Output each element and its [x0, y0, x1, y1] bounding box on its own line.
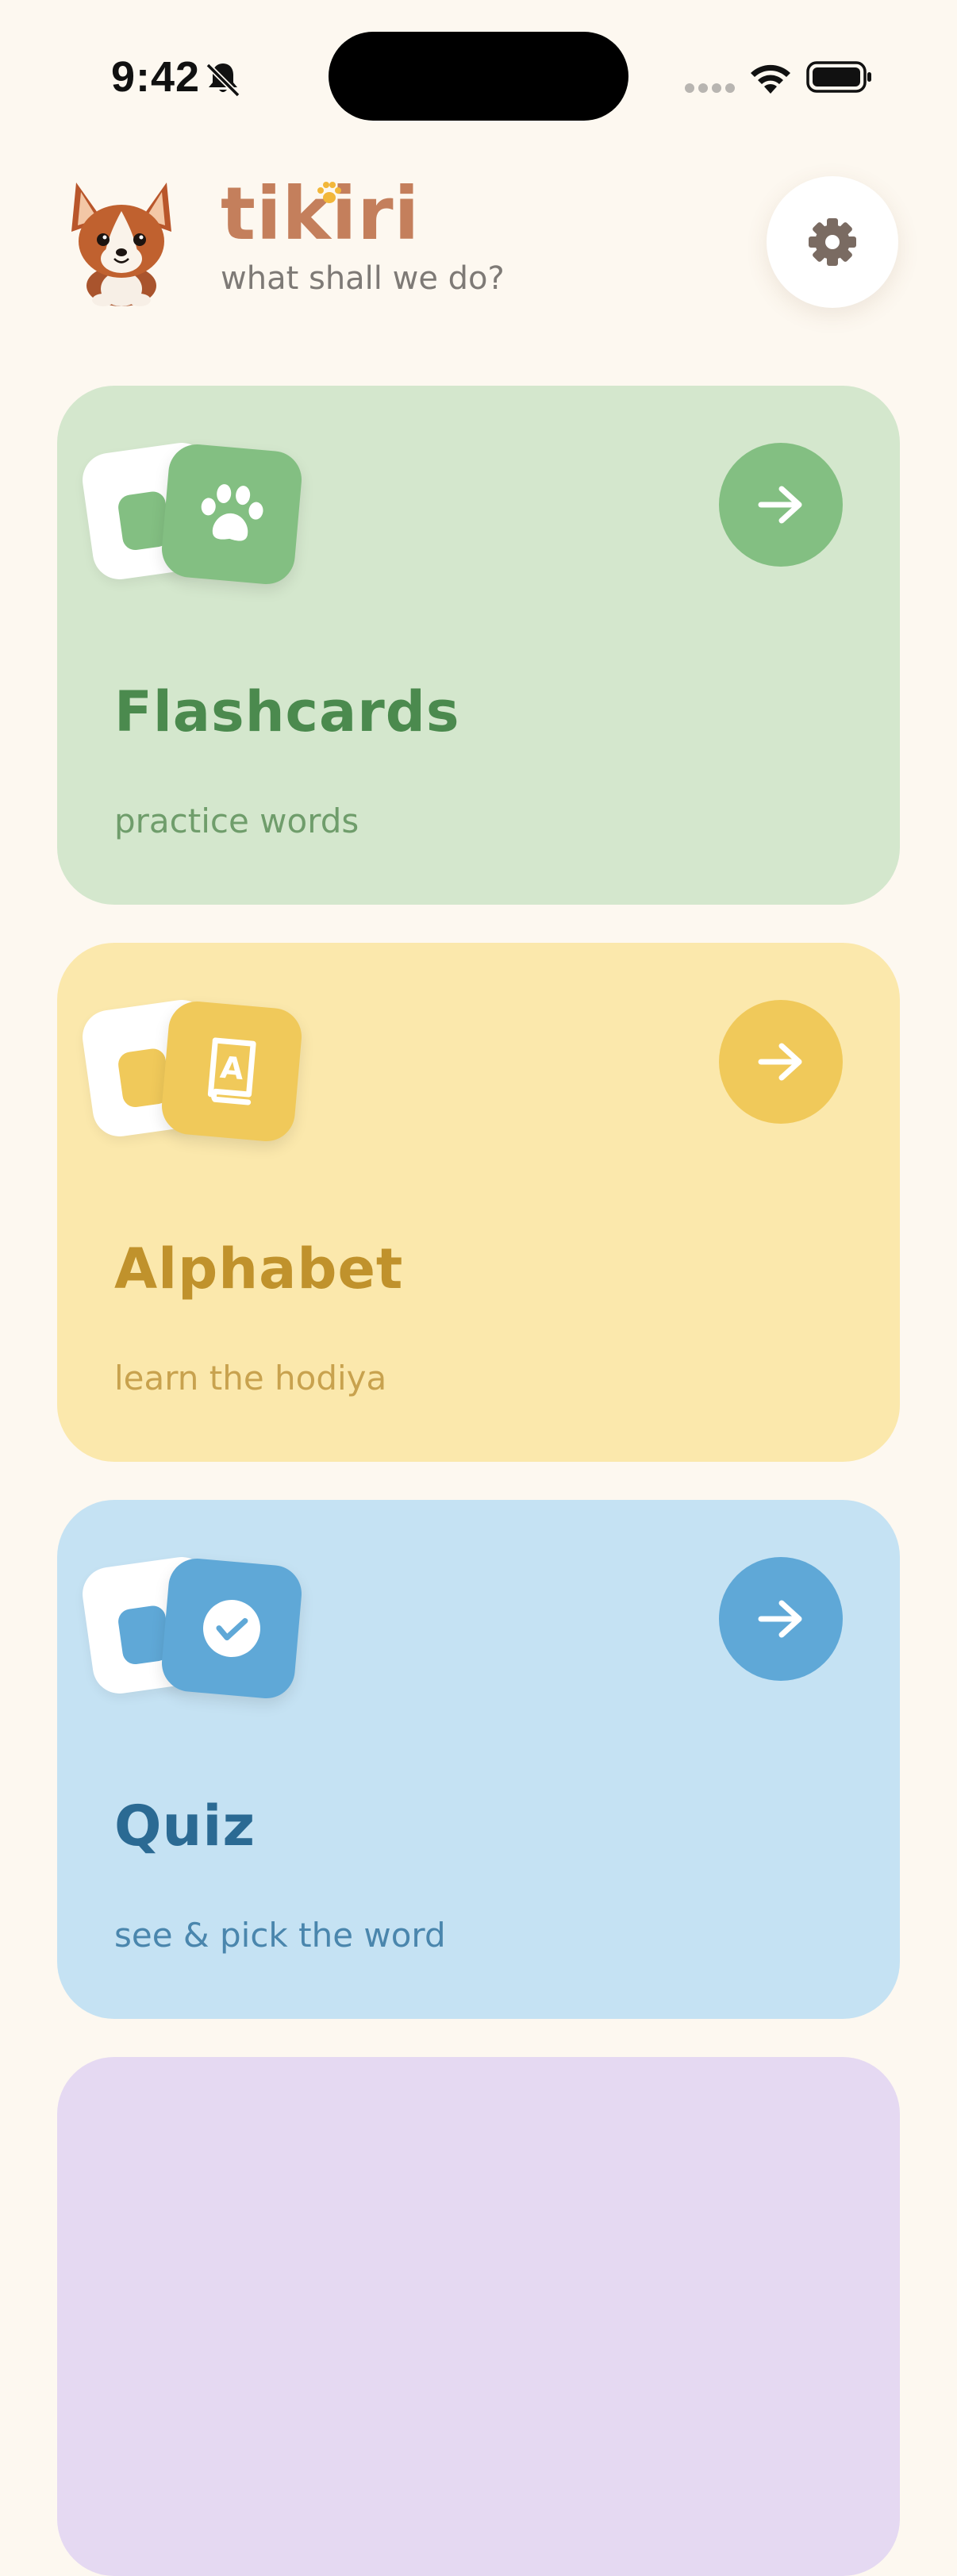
header-subtitle: what shall we do?	[221, 260, 505, 297]
silent-bell-icon	[206, 63, 240, 98]
dynamic-island	[329, 32, 628, 121]
svg-text:A: A	[219, 1050, 246, 1086]
quiz-go-button[interactable]	[719, 1557, 843, 1681]
dog-mascot-icon	[71, 183, 171, 306]
card-title: Alphabet	[114, 1236, 404, 1301]
alphabet-go-button[interactable]	[719, 1000, 843, 1124]
card-front-tile	[159, 441, 305, 587]
card-title: Flashcards	[114, 679, 460, 744]
cellular-signal-icon	[685, 83, 735, 93]
battery-icon	[806, 61, 871, 93]
check-circle-icon	[203, 1600, 261, 1657]
card-icon-stack	[79, 1553, 305, 1716]
card-subtitle: learn the hodiya	[114, 1359, 387, 1398]
card-icon-stack	[79, 439, 305, 602]
card-subtitle: practice words	[114, 802, 359, 840]
status-bar: 9:42	[0, 0, 957, 159]
gear-icon	[809, 218, 856, 266]
settings-button[interactable]	[767, 176, 898, 308]
card-title: Quiz	[114, 1794, 256, 1859]
quiz-card[interactable]: Quiz see & pick the word	[57, 1500, 900, 2019]
alphabet-book-icon: A	[207, 1037, 256, 1105]
alphabet-card[interactable]: A Alphabet learn the hodiya	[57, 943, 900, 1462]
status-time: 9:42	[111, 53, 201, 101]
paw-accent-icon	[317, 182, 341, 203]
flashcards-go-button[interactable]	[719, 443, 843, 567]
arrow-right-icon	[758, 1600, 802, 1638]
arrow-right-icon	[758, 1043, 802, 1081]
flashcards-card[interactable]: Flashcards practice words	[57, 386, 900, 905]
paw-icon	[201, 484, 263, 541]
next-activity-card[interactable]	[57, 2057, 900, 2576]
wifi-icon	[751, 64, 790, 94]
card-subtitle: see & pick the word	[114, 1916, 446, 1955]
card-front-tile: A	[159, 998, 305, 1144]
card-icon-stack: A	[79, 996, 305, 1159]
arrow-right-icon	[758, 486, 802, 524]
card-front-tile	[159, 1555, 305, 1701]
